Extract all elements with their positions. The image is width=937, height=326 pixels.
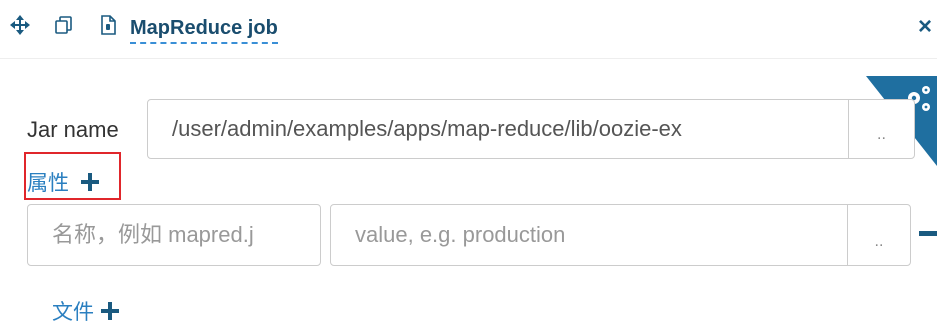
property-name-input[interactable]: 名称，例如 mapred.j: [27, 204, 321, 266]
arrows-move-icon[interactable]: [10, 15, 30, 35]
add-property-plus-icon[interactable]: [81, 173, 99, 191]
remove-property-minus-icon[interactable]: [919, 231, 937, 236]
header-divider: [0, 58, 937, 59]
document-icon[interactable]: [98, 15, 118, 35]
job-title[interactable]: MapReduce job: [130, 16, 278, 44]
property-value-browse-button[interactable]: ..: [847, 204, 911, 266]
close-icon[interactable]: ×: [918, 14, 932, 40]
properties-label[interactable]: 属性: [27, 167, 69, 197]
property-value-input[interactable]: value, e.g. production: [330, 204, 848, 266]
jar-name-label: Jar name: [27, 117, 119, 142]
copy-icon[interactable]: [54, 15, 74, 35]
node-header: MapReduce job ×: [0, 0, 937, 58]
files-label[interactable]: 文件: [52, 296, 94, 326]
add-file-plus-icon[interactable]: [101, 302, 119, 320]
jar-name-input[interactable]: /user/admin/examples/apps/map-reduce/lib…: [147, 99, 849, 159]
jar-browse-button[interactable]: ..: [848, 99, 915, 159]
